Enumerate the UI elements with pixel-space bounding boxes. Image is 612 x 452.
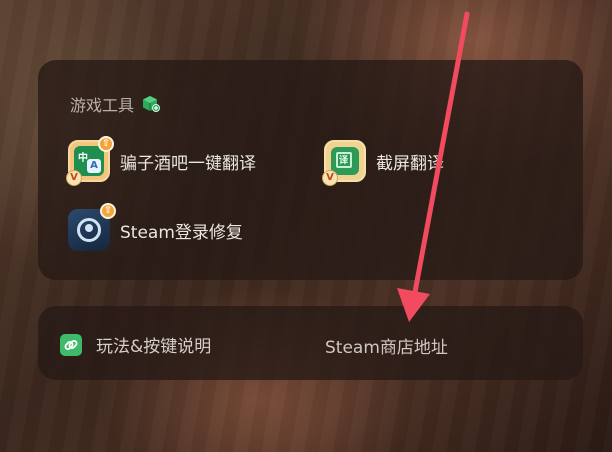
screenshot-translate-app-icon: 译 V <box>322 140 366 186</box>
tool-label: Steam登录修复 <box>120 222 243 243</box>
vip-badge-icon: V <box>66 170 82 186</box>
links-bar: 玩法&按键说明 Steam商店地址 <box>38 306 583 380</box>
guide-link[interactable]: 玩法&按键说明 <box>60 332 211 357</box>
link-icon <box>60 333 82 356</box>
panel-title: 游戏工具 <box>70 92 161 116</box>
upgrade-badge-icon: ⇧ <box>100 203 116 219</box>
panel-title-text: 游戏工具 <box>70 96 135 115</box>
tool-steam-login-fix[interactable]: ⇧ Steam登录修复 <box>68 203 243 251</box>
steam-logo-dot <box>85 224 93 232</box>
tool-screenshot-translate[interactable]: 译 V 截屏翻译 <box>322 140 444 186</box>
tool-liars-bar-translate[interactable]: 中 A ⇧ V 骗子酒吧一键翻译 <box>66 136 256 186</box>
screenshot-icon-yi: 译 <box>339 156 349 166</box>
game-tools-panel: 游戏工具 中 A ⇧ V 骗子酒吧一键翻译 译 V 截屏翻译 ⇧ Steam登录… <box>38 60 583 280</box>
guide-link-label: 玩法&按键说明 <box>96 337 212 357</box>
steam-store-link[interactable]: Steam商店地址 <box>325 333 448 358</box>
tool-label: 骗子酒吧一键翻译 <box>120 153 256 174</box>
translate-icon-a: A <box>87 159 101 173</box>
steam-app-icon: ⇧ <box>68 203 116 251</box>
upgrade-badge-icon: ⇧ <box>98 136 114 152</box>
vip-badge-icon: V <box>322 170 338 186</box>
tool-label: 截屏翻译 <box>376 153 444 174</box>
translate-app-icon: 中 A ⇧ V <box>66 136 114 186</box>
tools-box-icon <box>143 96 161 112</box>
